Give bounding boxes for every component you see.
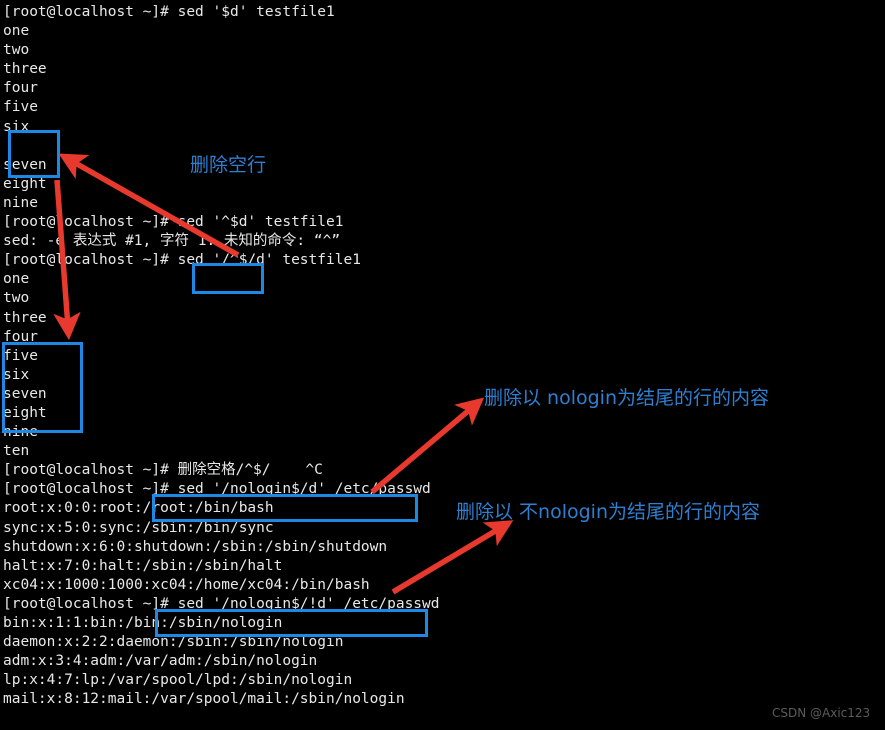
terminal-line: eight: [3, 404, 47, 421]
terminal-line: [root@localhost ~]# 删除空格/^$/ ^C: [3, 462, 323, 479]
terminal-line: two: [3, 42, 30, 59]
terminal-line: shutdown:x:6:0:shutdown:/sbin:/sbin/shut…: [3, 538, 388, 555]
terminal-line: ten: [3, 443, 30, 460]
terminal-line: bin:x:1:1:bin:/bin:/sbin/nologin: [3, 615, 283, 631]
terminal-line: [root@localhost ~]# sed '/^$/d' testfile…: [3, 252, 361, 269]
terminal-line: three: [3, 309, 47, 326]
terminal-line: seven: [3, 156, 47, 173]
terminal-line: root:x:0:0:root:/root:/bin/bash: [3, 500, 274, 517]
terminal-line: sed: -e 表达式 #1, 字符 1: 未知的命令: “^”: [3, 233, 341, 250]
terminal-line: sync:x:5:0:sync:/sbin:/bin/sync: [3, 519, 274, 536]
terminal-line: halt:x:7:0:halt:/sbin:/sbin/halt: [3, 557, 283, 574]
terminal-line: daemon:x:2:2:daemon:/sbin:/sbin/nologin: [3, 634, 344, 651]
terminal-line: eight: [3, 175, 47, 192]
terminal-line: one: [3, 23, 30, 40]
terminal-line: adm:x:3:4:adm:/var/adm:/sbin/nologin: [3, 653, 318, 670]
terminal-line: five: [3, 347, 38, 364]
terminal-line: nine: [3, 424, 38, 441]
terminal-screenshot: [root@localhost ~]# sed '$d' testfile1 on…: [0, 0, 885, 730]
terminal-line: six: [3, 118, 30, 135]
terminal-line: two: [3, 290, 30, 307]
terminal-line: four: [3, 328, 38, 345]
terminal-line: [root@localhost ~]# sed '^$d' testfile1: [3, 214, 344, 231]
terminal-line: xc04:x:1000:1000:xc04:/home/xc04:/bin/ba…: [3, 576, 370, 593]
terminal-line: lp:x:4:7:lp:/var/spool/lpd:/sbin/nologin: [3, 672, 353, 689]
terminal-line: [root@localhost ~]# sed '/nologin$/!d' /…: [3, 595, 440, 612]
terminal-line: three: [3, 61, 47, 78]
terminal-line: mail:x:8:12:mail:/var/spool/mail:/sbin/n…: [3, 691, 405, 708]
terminal-line: five: [3, 99, 38, 116]
terminal-line: [root@localhost ~]# sed '$d' testfile1: [3, 4, 335, 20]
terminal-line: four: [3, 80, 38, 97]
terminal-line: seven: [3, 385, 47, 402]
terminal-line: nine: [3, 194, 38, 211]
terminal-line: six: [3, 366, 30, 383]
terminal-line: one: [3, 271, 30, 288]
terminal-output-area[interactable]: [root@localhost ~]# sed '$d' testfile1 on…: [0, 0, 885, 730]
terminal-line: [root@localhost ~]# sed '/nologin$/d' /e…: [3, 481, 431, 498]
